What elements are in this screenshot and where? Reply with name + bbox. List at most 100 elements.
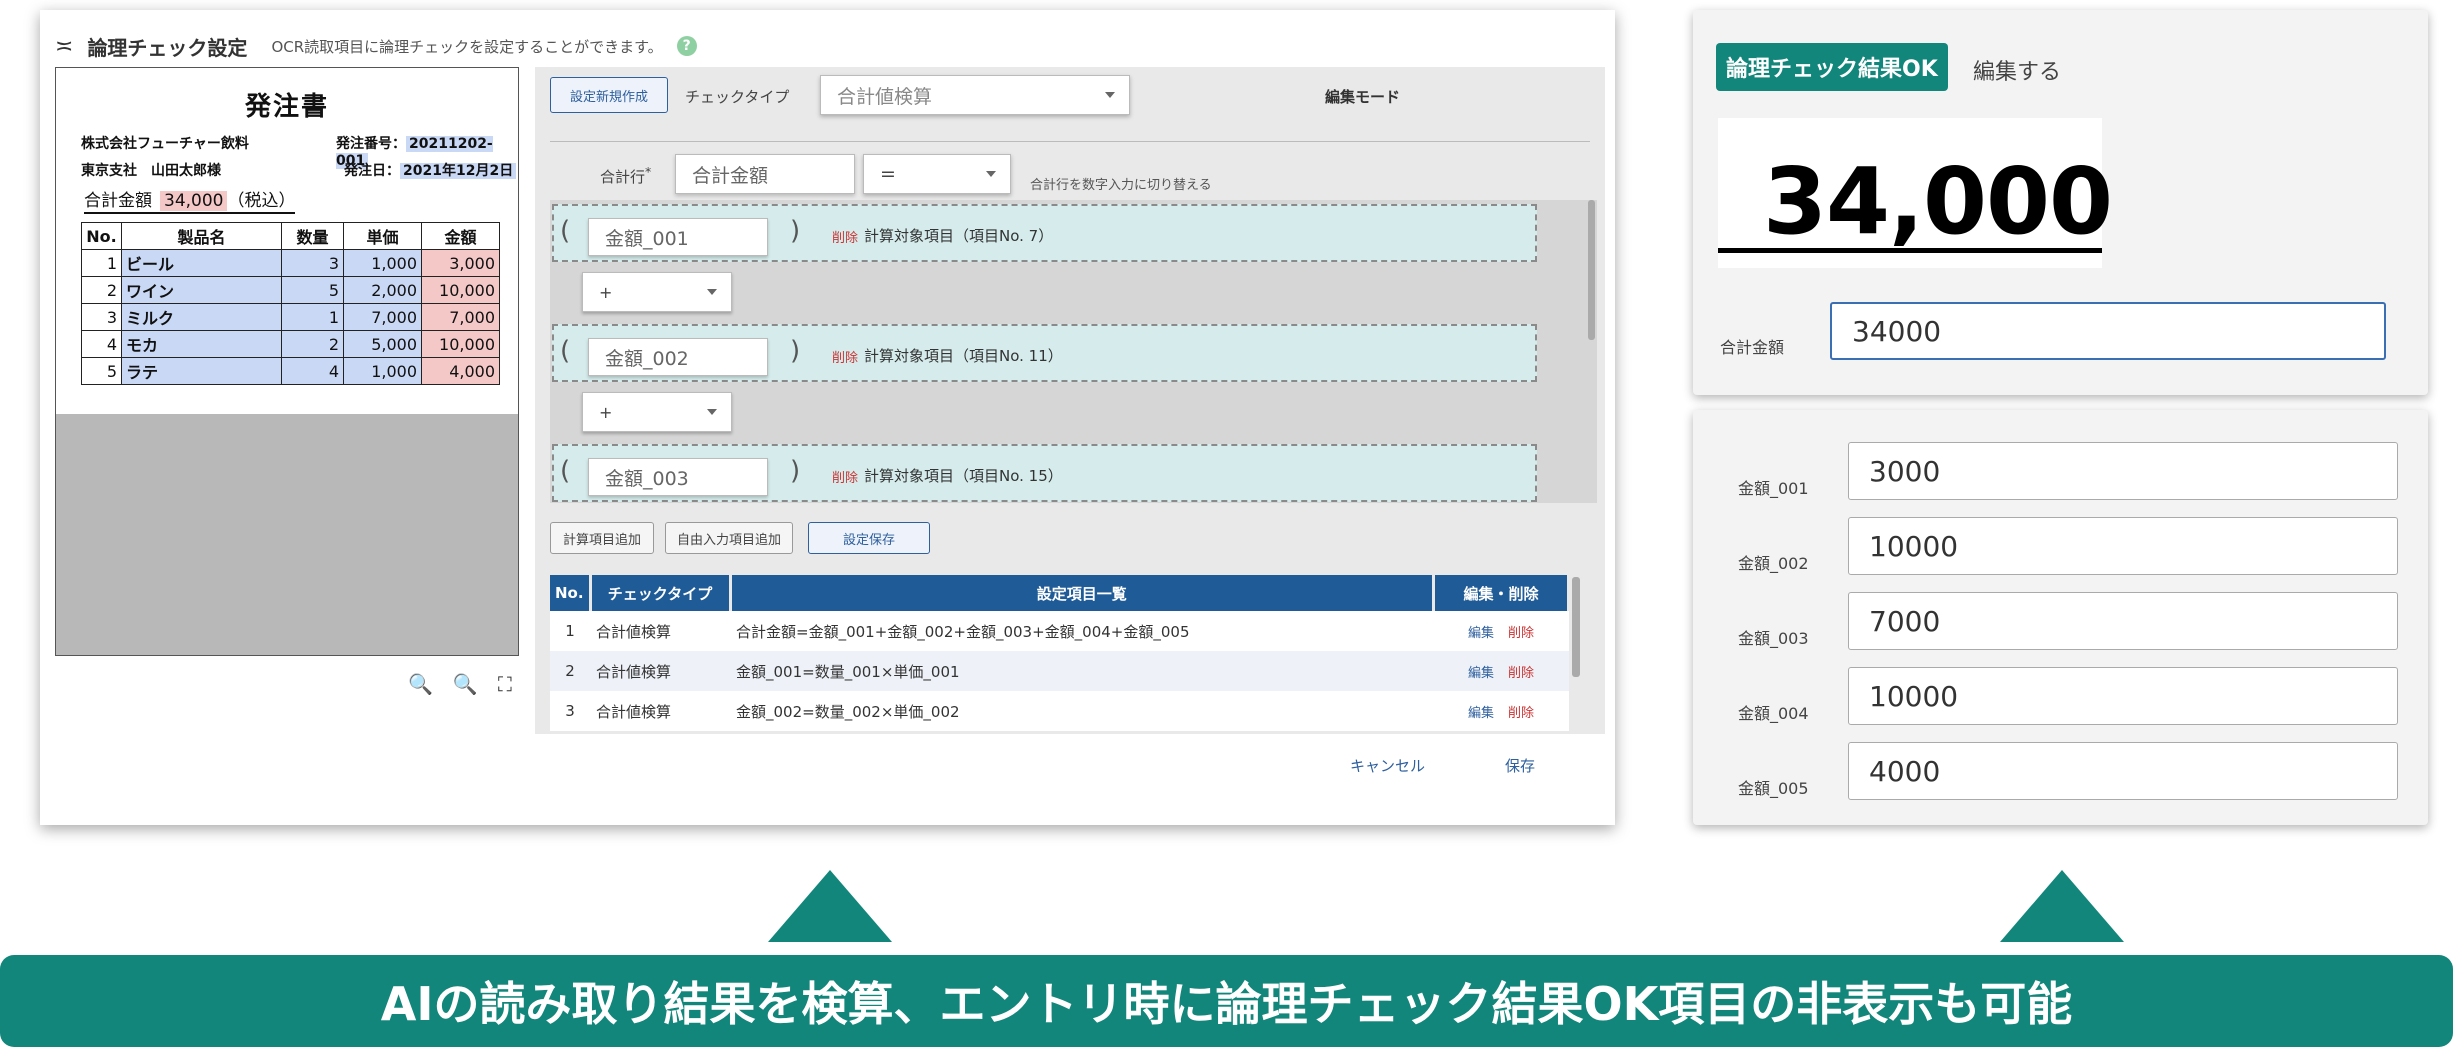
amount-label: 金額_004 xyxy=(1738,704,1809,723)
amount-input[interactable]: 7000 xyxy=(1848,592,2398,650)
row-edit-link[interactable]: 編集 xyxy=(1468,706,1494,721)
row-type: 合計値検算 xyxy=(590,691,730,731)
document-preview: 発注書 株式会社フューチャー飲料 発注番号： 20211202-001 東京支社 … xyxy=(55,67,519,656)
chevron-down-icon xyxy=(1105,92,1115,98)
row-no: 5 xyxy=(81,357,122,385)
logic-check-ok-badge: 論理チェック結果OK xyxy=(1716,43,1948,91)
table-row[interactable]: 2 合計値検算 金額_001=数量_001×単価_001 編集 削除 xyxy=(550,651,1569,691)
feature-banner: AIの読み取り結果を検算、エントリ時に論理チェック結果OK項目の非表示も可能 xyxy=(0,955,2453,1047)
row-actions: 編集 削除 xyxy=(1433,651,1569,691)
row-amount: 7,000 xyxy=(421,303,500,331)
invoice-table: No. 製品名 数量 単価 金額 1 ビール 3 1,000 3,000 2 ワイン 5 2,… xyxy=(81,222,500,385)
chevron-down-icon xyxy=(986,171,996,177)
table-row[interactable]: 3 合計値検算 金額_002=数量_002×単価_002 編集 削除 xyxy=(550,691,1569,731)
amount-input[interactable]: 10000 xyxy=(1848,517,2398,575)
invoice-tax-note: （税込） xyxy=(227,191,296,211)
entry-total-panel: 論理チェック結果OK 編集する 34,000 合計金額 34000 xyxy=(1693,10,2428,395)
save-button[interactable]: 保存 xyxy=(1505,755,1535,776)
check-type-select[interactable]: 合計値検算 xyxy=(820,75,1130,115)
col-edit-delete: 編集・削除 xyxy=(1433,575,1570,611)
calc-item-field[interactable]: 金額_003 xyxy=(588,458,768,496)
crop-underline xyxy=(1718,248,2102,253)
paren-close: ) xyxy=(790,216,801,246)
amount-input[interactable]: 4000 xyxy=(1848,742,2398,800)
table-row: 5 ラテ 4 1,000 4,000 xyxy=(81,357,500,385)
new-setting-button[interactable]: 設定新規作成 xyxy=(550,77,668,113)
pointer-triangle-left xyxy=(768,870,892,942)
row-qty: 2 xyxy=(281,330,344,358)
fullscreen-icon[interactable]: ⛶ xyxy=(498,672,512,696)
ocr-crop-image: 34,000 xyxy=(1718,118,2113,268)
chevron-down-icon xyxy=(707,289,717,295)
row-no: 3 xyxy=(81,303,122,331)
paren-close: ) xyxy=(790,336,801,366)
row-price: 1,000 xyxy=(343,249,422,277)
table-row: 1 ビール 3 1,000 3,000 xyxy=(81,249,500,277)
operator-select[interactable]: + xyxy=(582,392,732,432)
row-qty: 3 xyxy=(281,249,344,277)
amount-input[interactable]: 3000 xyxy=(1848,442,2398,500)
total-amount-input[interactable]: 34000 xyxy=(1830,302,2386,360)
calc-item-delete-link[interactable]: 削除 xyxy=(832,227,858,246)
row-actions: 編集 削除 xyxy=(1433,691,1569,731)
calc-item: ( 金額_003 ) 削除 計算対象項目（項目No. 15） xyxy=(552,444,1537,502)
edit-mode-label: 編集モード xyxy=(1325,88,1401,106)
calc-item-delete-link[interactable]: 削除 xyxy=(832,467,858,486)
calc-item-field[interactable]: 金額_001 xyxy=(588,218,768,256)
row-items: 金額_002=数量_002×単価_002 xyxy=(730,691,1434,731)
col-amount: 金額 xyxy=(421,222,500,250)
amount-label: 金額_003 xyxy=(1738,629,1809,648)
table-scrollbar[interactable] xyxy=(1572,577,1580,677)
add-calc-item-button[interactable]: 計算項目追加 xyxy=(550,522,654,554)
row-items: 金額_001=数量_001×単価_001 xyxy=(730,651,1434,691)
zoom-in-icon[interactable]: 🔍 xyxy=(408,672,433,696)
paren-open: ( xyxy=(560,456,571,486)
paren-close: ) xyxy=(790,456,801,486)
row-no: 1 xyxy=(81,249,122,277)
row-price: 1,000 xyxy=(343,357,422,385)
invoice-company: 株式会社フューチャー飲料 xyxy=(81,136,249,152)
add-free-item-button[interactable]: 自由入力項目追加 xyxy=(665,522,793,554)
row-no: 2 xyxy=(81,276,122,304)
row-amount: 10,000 xyxy=(421,276,500,304)
save-setting-button[interactable]: 設定保存 xyxy=(808,522,930,554)
col-no: No. xyxy=(550,575,592,611)
amount-input[interactable]: 10000 xyxy=(1848,667,2398,725)
help-icon[interactable]: ? xyxy=(676,36,697,56)
operator-value: + xyxy=(599,282,613,302)
row-actions: 編集 削除 xyxy=(1433,611,1569,651)
col-no: No. xyxy=(81,222,122,250)
edit-link[interactable]: 編集する xyxy=(1973,54,2061,86)
cancel-button[interactable]: キャンセル xyxy=(1350,755,1425,776)
table-row[interactable]: 1 合計値検算 合計金額=金額_001+金額_002+金額_003+金額_004… xyxy=(550,611,1569,651)
row-type: 合計値検算 xyxy=(590,611,730,651)
col-product: 製品名 xyxy=(121,222,282,250)
total-row-label: 合計行* xyxy=(600,164,651,187)
calc-area-scrollbar[interactable] xyxy=(1588,200,1595,340)
row-edit-link[interactable]: 編集 xyxy=(1468,666,1494,681)
row-delete-link[interactable]: 削除 xyxy=(1508,706,1534,721)
numeric-toggle-link[interactable]: 合計行を数字入力に切り替える xyxy=(1030,174,1212,193)
amount-label: 金額_001 xyxy=(1738,479,1809,498)
operator-select[interactable]: = xyxy=(863,154,1011,194)
calc-item: ( 金額_002 ) 削除 計算対象項目（項目No. 11） xyxy=(552,324,1537,382)
total-row-label-text: 合計行 xyxy=(600,168,646,186)
col-price: 単価 xyxy=(343,222,422,250)
calc-item-delete-link[interactable]: 削除 xyxy=(832,347,858,366)
invoice-image: 発注書 株式会社フューチャー飲料 発注番号： 20211202-001 東京支社 … xyxy=(56,68,518,414)
row-delete-link[interactable]: 削除 xyxy=(1508,666,1534,681)
page-title: 論理チェック設定 xyxy=(87,35,248,60)
settings-list-table: No. チェックタイプ 設定項目一覧 編集・削除 1 合計値検算 合計金額=金額… xyxy=(550,575,1570,731)
operator-select[interactable]: + xyxy=(582,272,732,312)
pointer-triangle-right xyxy=(2000,870,2124,942)
settings-icon: ≍ xyxy=(55,33,74,59)
calc-item-field[interactable]: 金額_002 xyxy=(588,338,768,376)
row-type: 合計値検算 xyxy=(590,651,730,691)
row-edit-link[interactable]: 編集 xyxy=(1468,626,1494,641)
zoom-out-icon[interactable]: 🔍 xyxy=(453,672,478,696)
total-row-field[interactable]: 合計金額 xyxy=(675,154,855,194)
row-name: ラテ xyxy=(121,357,282,385)
ocr-crop-value: 34,000 xyxy=(1763,148,2113,255)
row-delete-link[interactable]: 削除 xyxy=(1508,626,1534,641)
total-amount-label: 合計金額 xyxy=(1720,338,1785,357)
